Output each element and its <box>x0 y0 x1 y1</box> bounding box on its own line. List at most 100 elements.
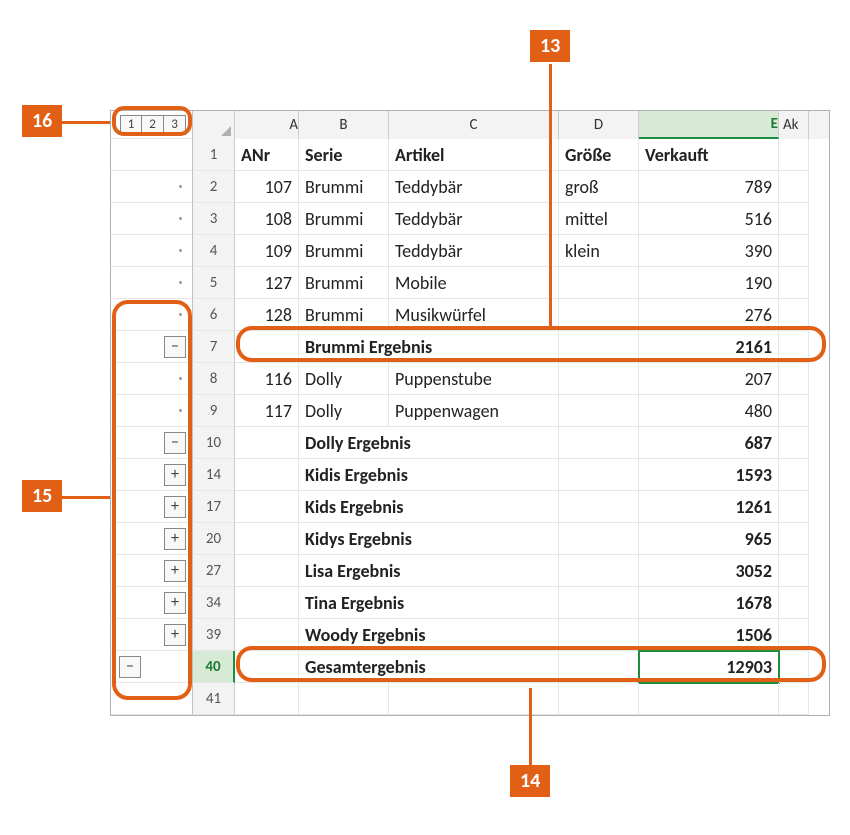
row-head[interactable]: 8 <box>193 363 235 395</box>
row-head[interactable]: 3 <box>193 203 235 235</box>
cell[interactable]: Teddybär <box>389 235 559 267</box>
row-head[interactable]: 7 <box>193 331 235 363</box>
cell[interactable] <box>779 363 809 395</box>
cell[interactable] <box>779 619 809 651</box>
cell[interactable] <box>559 619 639 651</box>
cell-C1[interactable]: Artikel <box>389 139 559 171</box>
cell[interactable]: Teddybär <box>389 171 559 203</box>
cell[interactable]: Lisa Ergebnis <box>299 555 559 587</box>
cell[interactable] <box>559 299 639 331</box>
cell[interactable]: 965 <box>639 523 779 555</box>
cell[interactable]: 109 <box>235 235 299 267</box>
cell[interactable]: 687 <box>639 427 779 459</box>
col-head-C[interactable]: C <box>389 111 559 139</box>
row-head[interactable]: 10 <box>193 427 235 459</box>
col-head-D[interactable]: D <box>559 111 639 139</box>
row-head[interactable]: 27 <box>193 555 235 587</box>
cell-F1[interactable] <box>779 139 809 171</box>
cell[interactable] <box>559 651 639 683</box>
cell[interactable] <box>779 171 809 203</box>
cell[interactable] <box>299 683 389 715</box>
cell[interactable] <box>779 427 809 459</box>
cell[interactable] <box>559 395 639 427</box>
cell[interactable] <box>779 267 809 299</box>
cell-B1[interactable]: Serie <box>299 139 389 171</box>
cell[interactable] <box>779 555 809 587</box>
cell[interactable]: Brummi <box>299 171 389 203</box>
row-head[interactable]: 14 <box>193 459 235 491</box>
cell[interactable]: groß <box>559 171 639 203</box>
cell[interactable] <box>779 203 809 235</box>
outline-collapse-button[interactable]: − <box>164 432 186 454</box>
cell[interactable]: Dolly <box>299 395 389 427</box>
outline-expand-button[interactable]: + <box>164 560 186 582</box>
cell[interactable] <box>559 587 639 619</box>
col-head-B[interactable]: B <box>299 111 389 139</box>
cell[interactable]: 516 <box>639 203 779 235</box>
cell[interactable]: 116 <box>235 363 299 395</box>
row-head[interactable]: 40 <box>193 651 235 683</box>
cell[interactable] <box>235 651 299 683</box>
row-head[interactable]: 5 <box>193 267 235 299</box>
cell[interactable] <box>559 459 639 491</box>
cell[interactable]: Brummi <box>299 267 389 299</box>
cell[interactable]: 190 <box>639 267 779 299</box>
cell[interactable] <box>779 331 809 363</box>
cell[interactable]: 108 <box>235 203 299 235</box>
row-head-1[interactable]: 1 <box>193 139 235 171</box>
cell[interactable] <box>559 683 639 715</box>
cell-E1[interactable]: Verkauft <box>639 139 779 171</box>
row-head[interactable]: 17 <box>193 491 235 523</box>
cell[interactable]: 128 <box>235 299 299 331</box>
cell[interactable] <box>779 395 809 427</box>
col-head-F[interactable]: Ak <box>779 111 809 139</box>
cell[interactable]: Teddybär <box>389 203 559 235</box>
cell[interactable]: 1678 <box>639 587 779 619</box>
row-head[interactable]: 41 <box>193 683 235 715</box>
row-head[interactable]: 39 <box>193 619 235 651</box>
outline-collapse-button[interactable]: − <box>164 336 186 358</box>
cell[interactable] <box>389 683 559 715</box>
row-head[interactable]: 20 <box>193 523 235 555</box>
cell[interactable] <box>779 459 809 491</box>
cell[interactable]: 276 <box>639 299 779 331</box>
col-head-E[interactable]: E <box>639 111 779 139</box>
cell[interactable] <box>559 363 639 395</box>
cell[interactable] <box>235 427 299 459</box>
outline-collapse-button[interactable]: − <box>119 656 141 678</box>
cell[interactable] <box>559 523 639 555</box>
cell[interactable] <box>235 587 299 619</box>
outline-expand-button[interactable]: + <box>164 464 186 486</box>
cell[interactable] <box>235 459 299 491</box>
col-head-A[interactable]: A <box>235 111 299 139</box>
outline-expand-button[interactable]: + <box>164 624 186 646</box>
cell[interactable]: 207 <box>639 363 779 395</box>
cell[interactable] <box>559 427 639 459</box>
cell[interactable] <box>779 235 809 267</box>
row-head[interactable]: 2 <box>193 171 235 203</box>
cell[interactable] <box>235 331 299 363</box>
outline-level-2[interactable]: 2 <box>142 115 164 135</box>
cell[interactable]: Mobile <box>389 267 559 299</box>
row-head[interactable]: 34 <box>193 587 235 619</box>
cell[interactable]: mittel <box>559 203 639 235</box>
cell[interactable]: Puppenstube <box>389 363 559 395</box>
cell[interactable]: Tina Ergebnis <box>299 587 559 619</box>
cell[interactable] <box>235 619 299 651</box>
cell[interactable] <box>639 683 779 715</box>
cell[interactable]: klein <box>559 235 639 267</box>
cell[interactable]: Woody Ergebnis <box>299 619 559 651</box>
cell[interactable]: Puppenwagen <box>389 395 559 427</box>
outline-level-3[interactable]: 3 <box>164 115 186 135</box>
row-head[interactable]: 9 <box>193 395 235 427</box>
cell-A1[interactable]: ANr <box>235 139 299 171</box>
cell[interactable]: Musikwürfel <box>389 299 559 331</box>
cell[interactable]: 1506 <box>639 619 779 651</box>
cell[interactable]: 117 <box>235 395 299 427</box>
cell-D1[interactable]: Größe <box>559 139 639 171</box>
cell[interactable]: 3052 <box>639 555 779 587</box>
cell[interactable] <box>779 587 809 619</box>
outline-expand-button[interactable]: + <box>164 592 186 614</box>
cell[interactable] <box>779 651 809 683</box>
cell[interactable] <box>559 555 639 587</box>
